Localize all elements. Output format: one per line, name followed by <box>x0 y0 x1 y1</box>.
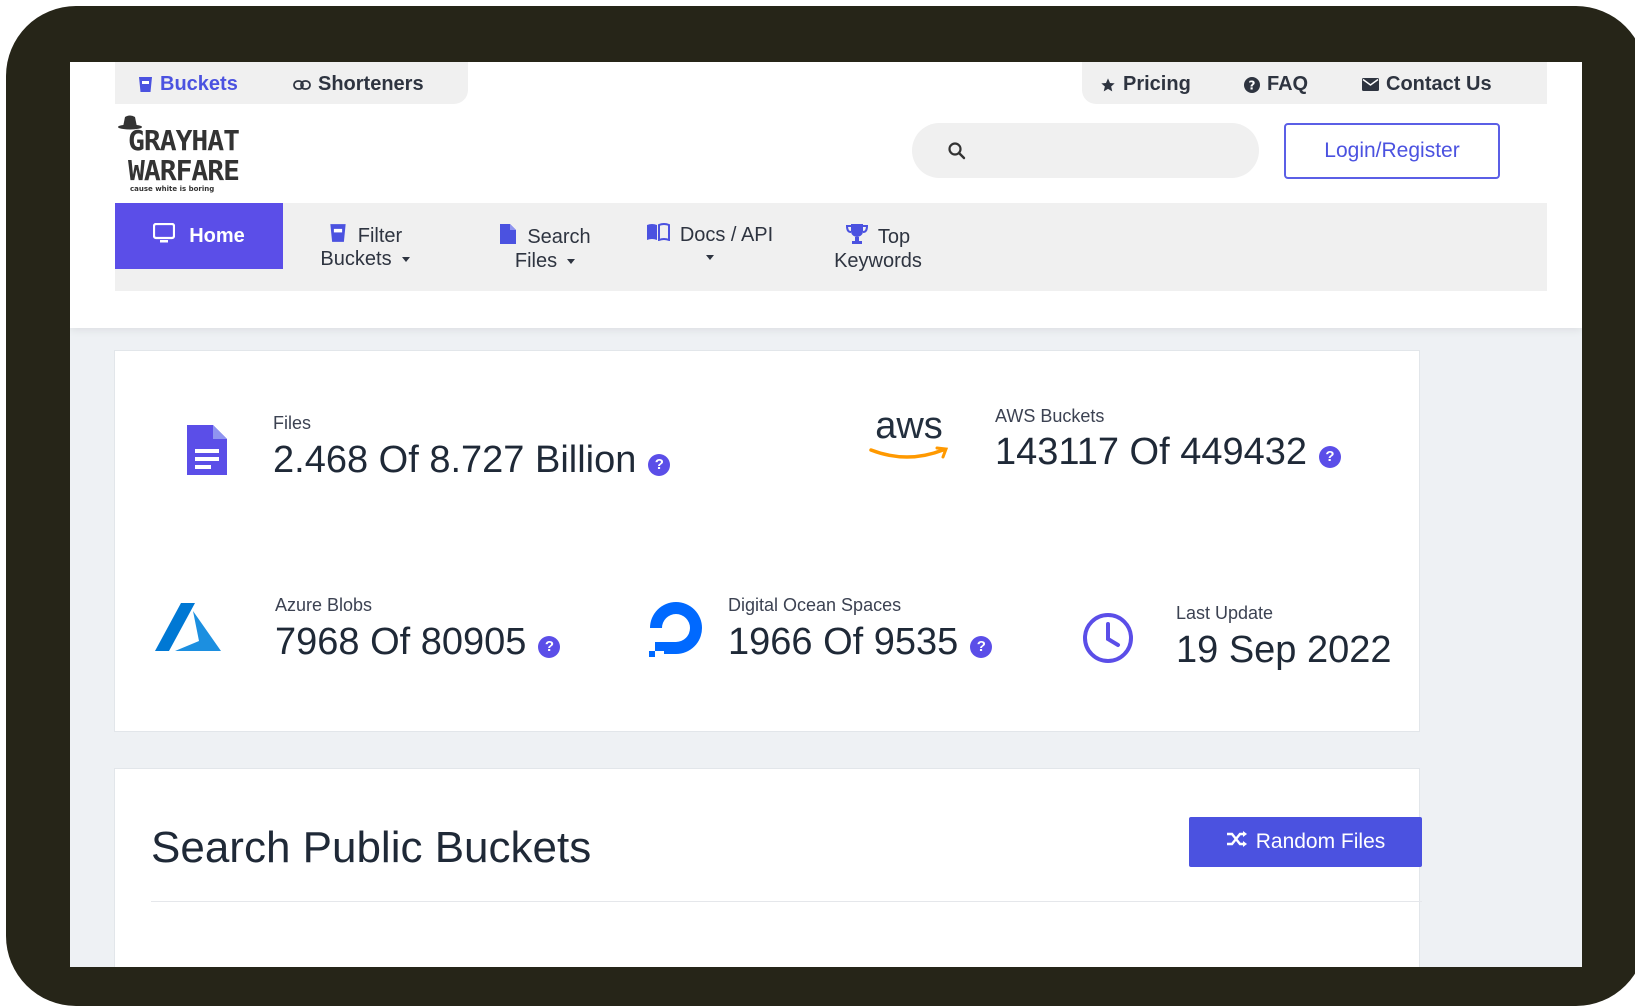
question-icon[interactable]: ? <box>970 635 993 658</box>
azure-count: 7968 Of 80905 <box>275 621 527 663</box>
nav-label: Filter <box>357 224 403 247</box>
nav-filter-buckets[interactable]: Filter Buckets <box>315 223 415 270</box>
search-bar <box>912 123 1259 178</box>
search-icon[interactable] <box>912 123 1002 178</box>
top-nav-label: Pricing <box>1123 73 1191 95</box>
svg-text:?: ? <box>1249 78 1256 92</box>
trophy-icon <box>845 223 868 250</box>
nav-docs-api[interactable]: Docs / API <box>637 223 782 268</box>
files-label: Files <box>273 413 312 433</box>
logo-tagline: cause white is boring <box>130 185 215 193</box>
random-files-button[interactable]: Random Files <box>1189 817 1422 867</box>
question-circle-icon: ? <box>1244 76 1260 93</box>
logo-line-1: GRAYHAT <box>128 124 240 157</box>
nav-label: Top <box>877 225 911 248</box>
nav-label-2: Files <box>514 250 558 272</box>
question-icon[interactable]: ? <box>648 453 671 476</box>
nav-home-label: Home <box>189 224 245 247</box>
aws-value: 143117 Of 449432 ? <box>995 431 1342 474</box>
azure-value: 7968 Of 80905 ? <box>275 621 561 664</box>
top-nav-shorteners[interactable]: Shorteners <box>293 73 424 96</box>
digitalocean-label: Digital Ocean Spaces <box>728 595 902 615</box>
files-value: 2.468 Of 8.727 Billion ? <box>273 439 671 482</box>
monitor-icon <box>153 222 176 249</box>
random-files-label: Random Files <box>1255 830 1386 853</box>
aws-label: AWS Buckets <box>995 406 1105 426</box>
last-update-label: Last Update <box>1176 603 1274 623</box>
envelope-icon <box>1362 78 1379 91</box>
nav-search-files[interactable]: Search Files <box>485 223 605 272</box>
aws-smile-icon <box>869 446 949 459</box>
digitalocean-count: 1966 Of 9535 <box>728 621 959 663</box>
chevron-down-icon <box>567 259 576 265</box>
file-icon <box>499 223 517 250</box>
site-header: Buckets Shorteners Pricing ? FAQ Contact… <box>70 62 1582 328</box>
top-nav-label: FAQ <box>1267 73 1309 95</box>
azure-label: Azure Blobs <box>275 595 373 615</box>
book-icon <box>646 223 670 246</box>
star-icon <box>1100 77 1116 93</box>
divider <box>151 901 1422 902</box>
link-icon <box>293 79 311 91</box>
search-section-title: Search Public Buckets <box>151 823 592 872</box>
nav-top-keywords[interactable]: Top Keywords <box>828 223 928 272</box>
question-icon[interactable]: ? <box>1319 445 1342 468</box>
nav-label-2: Keywords <box>834 250 922 272</box>
azure-icon <box>155 601 221 658</box>
last-update-value: 19 Sep 2022 <box>1176 629 1392 671</box>
chevron-down-icon <box>705 255 714 261</box>
search-input[interactable] <box>1002 131 1246 171</box>
main-nav: Home Filter Buckets Search Files Docs / … <box>115 203 1547 291</box>
top-nav-pricing[interactable]: Pricing <box>1100 73 1191 96</box>
nav-label: Search <box>527 225 591 248</box>
nav-label-2: Buckets <box>320 248 392 270</box>
aws-count: 143117 Of 449432 <box>995 431 1308 473</box>
question-icon[interactable]: ? <box>538 635 561 658</box>
top-nav-faq[interactable]: ? FAQ <box>1244 73 1308 96</box>
digitalocean-icon <box>645 598 707 663</box>
top-nav-contact[interactable]: Contact Us <box>1362 73 1492 96</box>
stats-card: Files 2.468 Of 8.727 Billion ? aws AWS B… <box>114 350 1420 732</box>
aws-logo: aws <box>867 406 951 466</box>
logo[interactable]: GRAYHAT WARFARE cause white is boring <box>118 112 243 193</box>
top-nav-label: Shorteners <box>318 73 424 95</box>
nav-label: Docs / API <box>679 223 774 246</box>
top-nav-label: Buckets <box>160 73 238 95</box>
aws-logo-text: aws <box>875 405 943 447</box>
logo-line-2: WARFARE <box>128 154 240 187</box>
shuffle-icon <box>1226 830 1248 854</box>
nav-home[interactable]: Home <box>115 203 283 269</box>
bucket-icon <box>138 76 153 93</box>
login-register-button[interactable]: Login/Register <box>1284 123 1500 179</box>
files-count: 2.468 Of 8.727 Billion <box>273 439 637 481</box>
bucket-icon <box>328 223 348 248</box>
search-section: Search Public Buckets Random Files <box>114 768 1422 967</box>
top-nav-buckets[interactable]: Buckets <box>138 73 238 96</box>
top-nav-label: Contact Us <box>1386 73 1492 95</box>
clock-icon <box>1081 611 1135 670</box>
chevron-down-icon <box>401 257 410 263</box>
digitalocean-value: 1966 Of 9535 ? <box>728 621 993 664</box>
browser-viewport: Buckets Shorteners Pricing ? FAQ Contact… <box>70 62 1582 967</box>
file-icon <box>185 423 229 482</box>
